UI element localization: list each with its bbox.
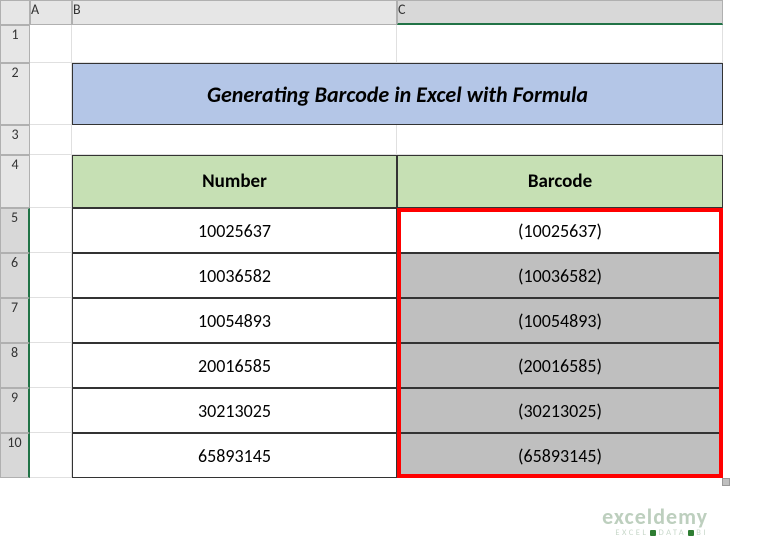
- cell-barcode-0[interactable]: (10025637): [397, 208, 723, 253]
- cell-barcode-1[interactable]: (10036582): [397, 253, 723, 298]
- row-header-1[interactable]: 1: [0, 25, 30, 63]
- cell-number-3[interactable]: 20016585: [72, 343, 397, 388]
- cell-barcode-2[interactable]: (10054893): [397, 298, 723, 343]
- row-header-4[interactable]: 4: [0, 155, 30, 208]
- cell-a6[interactable]: [30, 253, 72, 298]
- cell-number-1[interactable]: 10036582: [72, 253, 397, 298]
- row-header-10[interactable]: 10: [0, 433, 30, 478]
- row-header-2[interactable]: 2: [0, 63, 30, 125]
- cell-a8[interactable]: [30, 343, 72, 388]
- cell-a1[interactable]: [30, 25, 72, 63]
- header-barcode[interactable]: Barcode: [397, 155, 723, 208]
- col-header-c[interactable]: C: [397, 0, 723, 25]
- cell-barcode-5[interactable]: (65893145): [397, 433, 723, 478]
- row-header-3[interactable]: 3: [0, 125, 30, 155]
- watermark-tagline: EXCELDATABI: [602, 528, 708, 538]
- cell-a4[interactable]: [30, 155, 72, 208]
- header-number[interactable]: Number: [72, 155, 397, 208]
- row-header-5[interactable]: 5: [0, 208, 30, 253]
- spreadsheet-grid: A B C 1 2 Generating Barcode in Excel wi…: [0, 0, 768, 478]
- cell-barcode-3[interactable]: (20016585): [397, 343, 723, 388]
- cell-a7[interactable]: [30, 298, 72, 343]
- col-header-b[interactable]: B: [72, 0, 397, 25]
- cell-b1[interactable]: [72, 25, 397, 63]
- cell-number-4[interactable]: 30213025: [72, 388, 397, 433]
- row-header-7[interactable]: 7: [0, 298, 30, 343]
- row-header-6[interactable]: 6: [0, 253, 30, 298]
- cell-a10[interactable]: [30, 433, 72, 478]
- row-header-9[interactable]: 9: [0, 388, 30, 433]
- cell-a5[interactable]: [30, 208, 72, 253]
- cell-a3[interactable]: [30, 125, 72, 155]
- watermark-brand: exceldemy: [602, 503, 708, 530]
- cell-b3[interactable]: [72, 125, 397, 155]
- cell-number-2[interactable]: 10054893: [72, 298, 397, 343]
- cell-c1[interactable]: [397, 25, 723, 63]
- cell-number-0[interactable]: 10025637: [72, 208, 397, 253]
- row-header-8[interactable]: 8: [0, 343, 30, 388]
- cell-c3[interactable]: [397, 125, 723, 155]
- fill-handle-icon[interactable]: [722, 478, 730, 486]
- cell-number-5[interactable]: 65893145: [72, 433, 397, 478]
- cell-a9[interactable]: [30, 388, 72, 433]
- watermark: exceldemy EXCELDATABI: [602, 503, 708, 538]
- cell-a2[interactable]: [30, 63, 72, 125]
- select-all-corner[interactable]: [0, 0, 30, 25]
- title-cell[interactable]: Generating Barcode in Excel with Formula: [72, 63, 723, 125]
- col-header-a[interactable]: A: [30, 0, 72, 25]
- cell-barcode-4[interactable]: (30213025): [397, 388, 723, 433]
